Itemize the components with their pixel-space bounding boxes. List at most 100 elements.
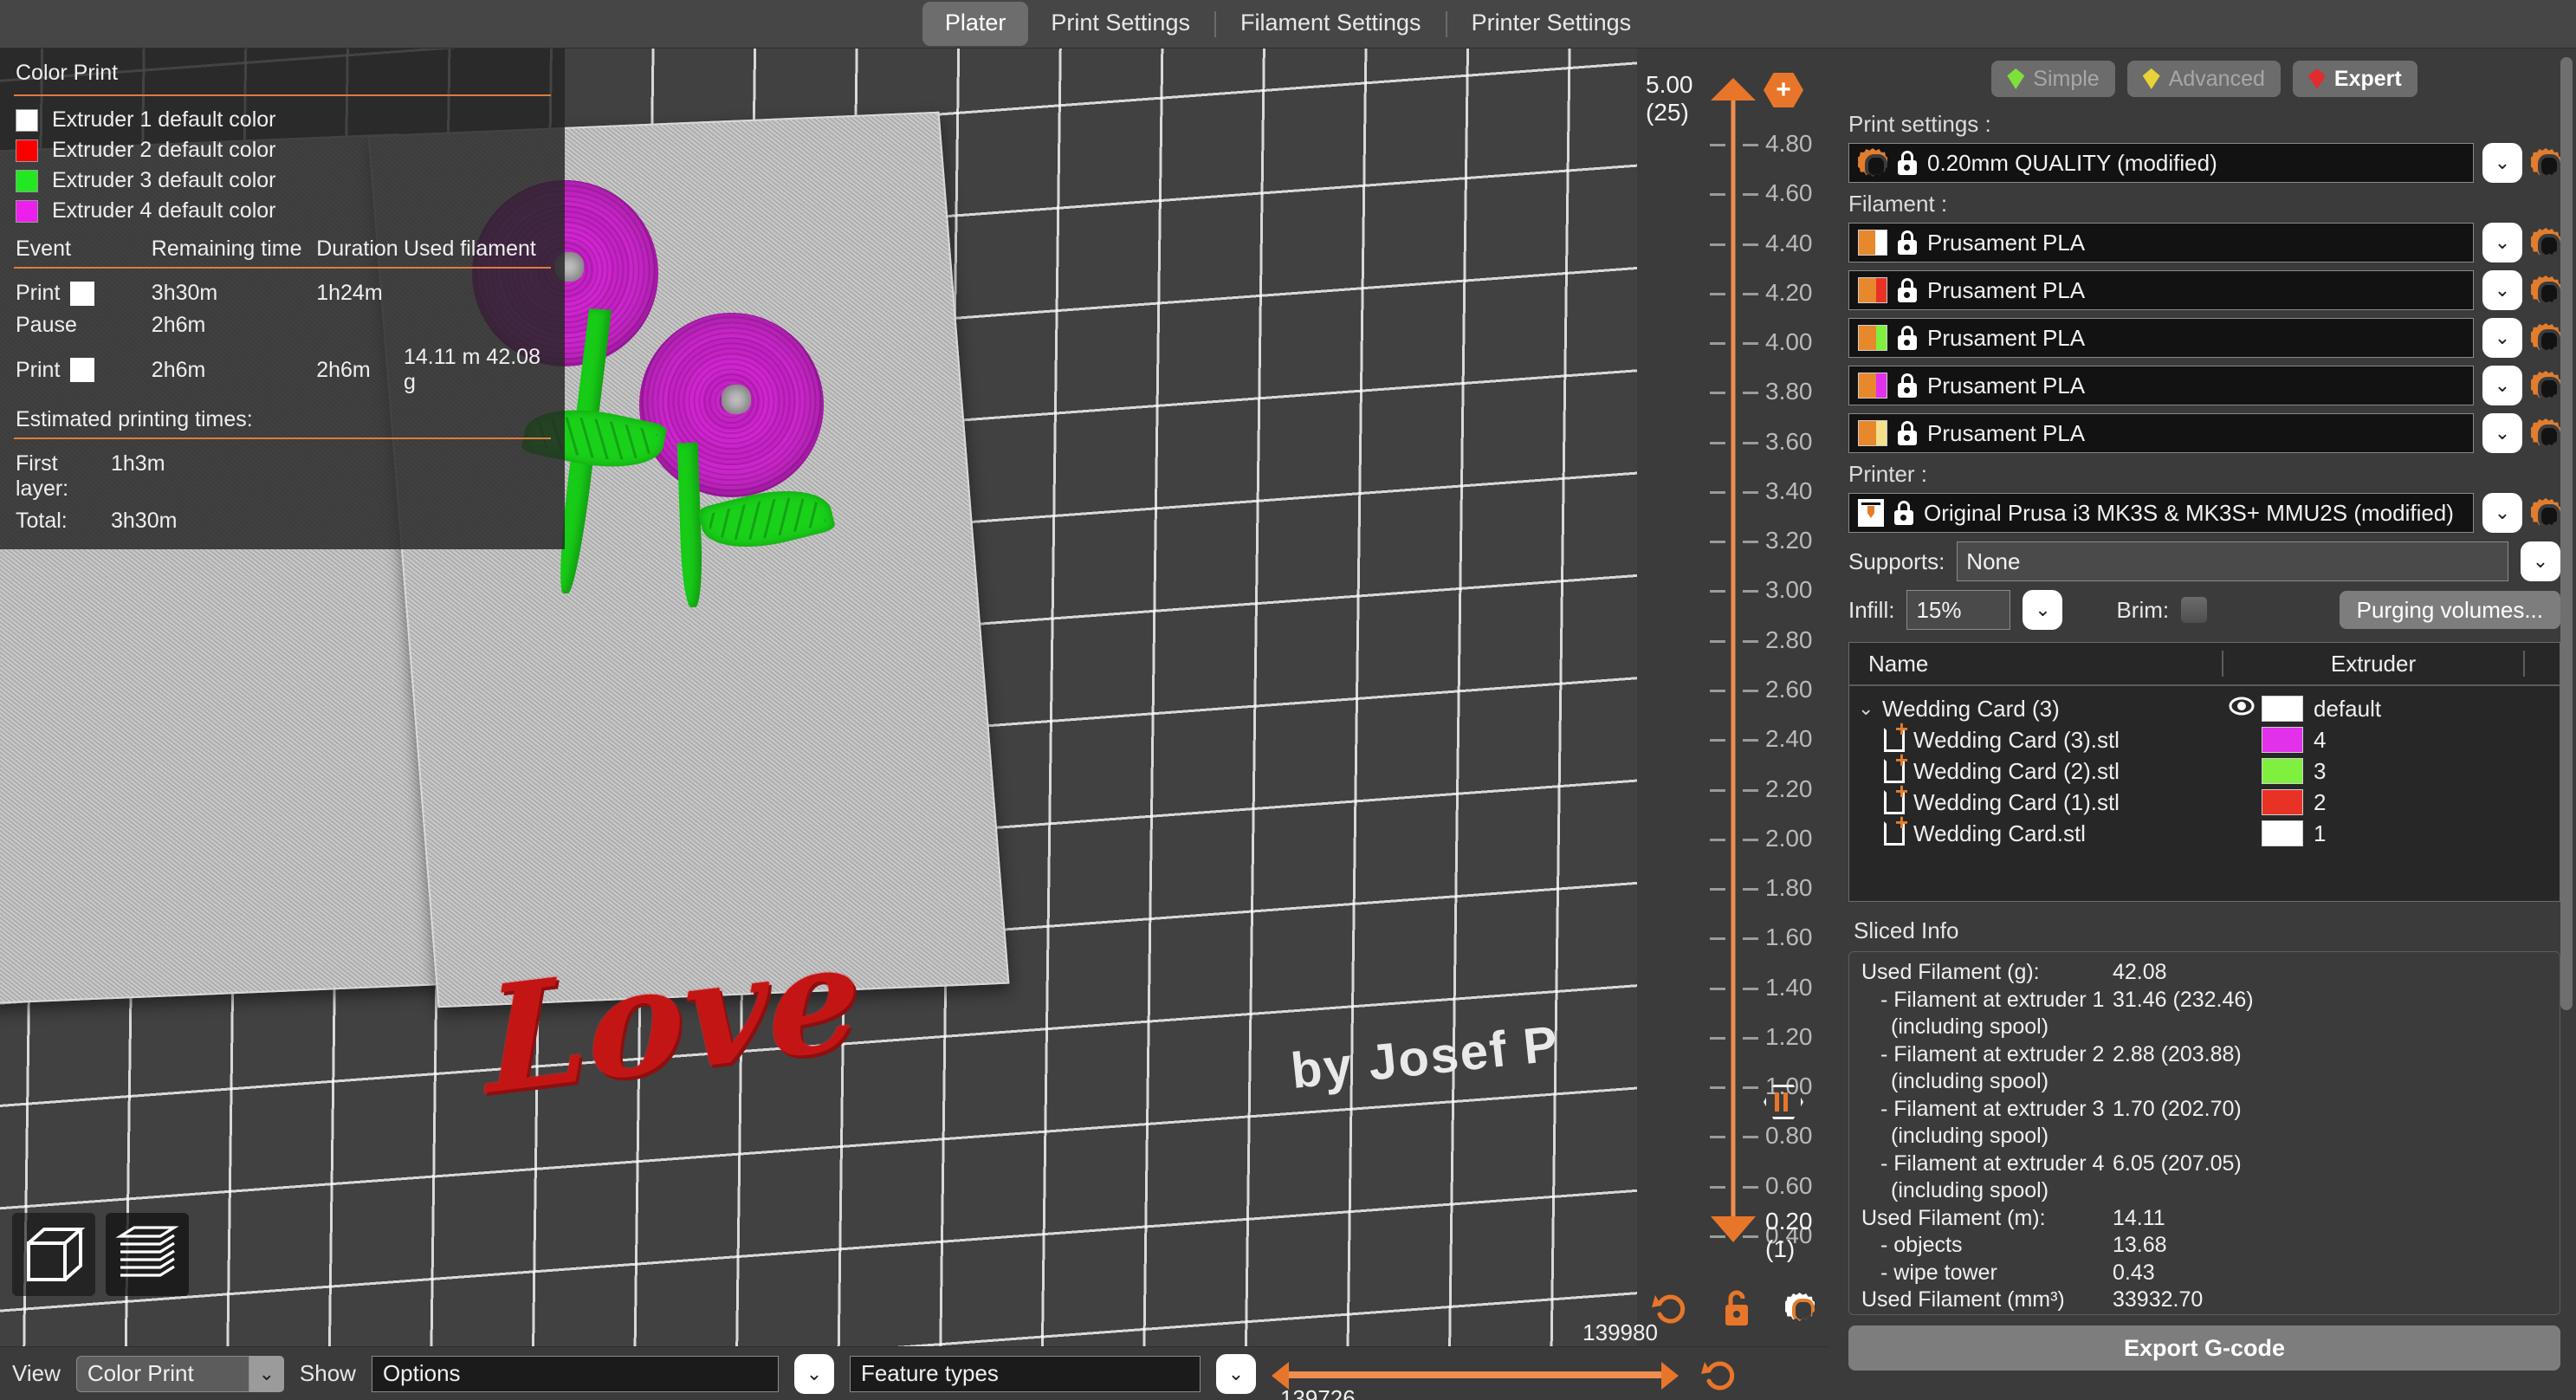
chevron-down-icon[interactable]: ⌄	[249, 1356, 284, 1392]
sliced-info-value-cell: 13.68	[2113, 1233, 2167, 1259]
gear-icon[interactable]	[2531, 418, 2560, 448]
supports-label: Supports:	[1848, 548, 1945, 575]
moves-slider-right-handle[interactable]	[1661, 1362, 1679, 1390]
layer-tick-label: 3.40	[1765, 477, 1813, 505]
lock-icon	[1898, 230, 1917, 255]
chevron-down-icon[interactable]: ⌄	[2482, 270, 2522, 310]
col-remaining-time: Remaining time	[152, 237, 316, 262]
layer-tick-label: 4.40	[1765, 230, 1813, 257]
mode-expert-button[interactable]: Expert	[2293, 61, 2417, 97]
object-list-panel: Name Extruder ⌄ Wedding Card (3) default	[1848, 642, 2560, 902]
sliced-info-label-cell: (including spool)	[1861, 1014, 2113, 1040]
filament-swatch	[1858, 230, 1887, 256]
chevron-down-icon[interactable]: ⌄	[2482, 223, 2522, 262]
chevron-down-icon[interactable]: ⌄	[2482, 318, 2522, 358]
chevron-down-icon[interactable]: ⌄	[2521, 541, 2560, 581]
brim-checkbox[interactable]	[2181, 597, 2207, 623]
tab-print-settings[interactable]: Print Settings	[1028, 2, 1213, 46]
sliced-info-label-cell: Used Filament (mm³)	[1861, 1287, 2113, 1313]
purging-volumes-button[interactable]: Purging volumes...	[2340, 591, 2560, 629]
filament-combo-1[interactable]: Prusament PLA	[1848, 223, 2474, 262]
show-options-combo[interactable]: Options	[372, 1356, 779, 1392]
tab-plater[interactable]: Plater	[922, 2, 1029, 46]
tab-filament-settings[interactable]: Filament Settings	[1218, 2, 1444, 46]
sliced-info-value-cell: 42.08	[2113, 960, 2167, 986]
object-row-child[interactable]: Wedding Card (3).stl 4	[1849, 724, 2560, 755]
feature-types-combo[interactable]: Feature types	[850, 1356, 1201, 1392]
unlock-icon[interactable]	[1720, 1287, 1755, 1327]
editor-view-button[interactable]	[12, 1213, 95, 1296]
object-row-parent[interactable]: ⌄ Wedding Card (3) default	[1849, 693, 2560, 724]
object-row-child[interactable]: Wedding Card (2).stl 3	[1849, 755, 2560, 787]
chevron-down-icon[interactable]: ⌄	[2482, 413, 2522, 453]
layer-slider-lower-handle[interactable]	[1711, 1216, 1756, 1242]
chevron-down-icon[interactable]: ⌄	[2482, 493, 2522, 533]
layer-slider[interactable]: 5.00 (25) + 4.804.604.404.204.003.803.60…	[1637, 49, 1829, 1346]
chevron-down-icon[interactable]: ⌄	[1216, 1354, 1256, 1394]
gear-icon[interactable]	[2531, 323, 2560, 353]
eye-icon[interactable]	[2222, 696, 2262, 723]
layer-tick-label: 3.80	[1765, 378, 1813, 405]
printer-combo[interactable]: Original Prusa i3 MK3S & MK3S+ MMU2S (mo…	[1848, 493, 2474, 533]
right-sidebar: Simple Advanced Expert Print settings : …	[1829, 49, 2576, 1400]
extruder-swatch	[2262, 758, 2303, 784]
event-label: Print	[16, 281, 60, 306]
layer-slider-upper-handle[interactable]	[1711, 78, 1756, 100]
filament-combo-2[interactable]: Prusament PLA	[1848, 270, 2474, 310]
layer-slider-track[interactable]	[1731, 85, 1736, 1237]
chevron-down-icon[interactable]: ⌄	[2023, 590, 2062, 630]
gear-icon[interactable]	[2531, 498, 2560, 528]
gear-icon[interactable]	[2531, 371, 2560, 400]
tab-printer-settings[interactable]: Printer Settings	[1449, 2, 1654, 46]
sliced-info-label-cell: Used Filament (m):	[1861, 1206, 2113, 1232]
mode-advanced-button[interactable]: Advanced	[2127, 61, 2281, 97]
sliced-info-value-cell: 0.43	[2113, 1261, 2155, 1287]
gear-icon[interactable]	[2531, 275, 2560, 305]
cube-icon	[20, 1221, 87, 1288]
undo-icon[interactable]	[1701, 1355, 1739, 1393]
event-label: Pause	[16, 313, 77, 338]
sliced-info-row: - Filament at extruder 31.70 (202.70)	[1861, 1096, 2547, 1124]
filament-combo-3[interactable]: Prusament PLA	[1848, 318, 2474, 358]
chevron-down-icon[interactable]: ⌄	[2482, 366, 2522, 405]
mode-expert-dot-icon	[2308, 68, 2326, 89]
filament-value-1: Prusament PLA	[1927, 230, 2085, 256]
preview-view-button[interactable]	[106, 1213, 189, 1296]
sliced-info-row: (including spool)	[1861, 1177, 2547, 1205]
printer-icon	[1858, 499, 1884, 527]
infill-combo[interactable]: 15%	[1906, 590, 2010, 630]
legend-extruder-row: Extruder 2 default color	[14, 135, 551, 165]
moves-slider-track[interactable]	[1287, 1371, 1663, 1378]
object-row-child[interactable]: Wedding Card (1).stl 2	[1849, 787, 2560, 818]
sliced-info-value-cell: 6.05 (207.05)	[2113, 1151, 2242, 1177]
object-row-child[interactable]: Wedding Card.stl 1	[1849, 818, 2560, 849]
chevron-down-icon[interactable]: ⌄	[794, 1354, 834, 1394]
gear-icon[interactable]	[2531, 228, 2560, 257]
3d-viewport[interactable]: by Josef P Love Color Print Extruder 1 d…	[0, 49, 1637, 1346]
filament-combo-5[interactable]: Prusament PLA	[1848, 413, 2474, 453]
chevron-down-icon[interactable]: ⌄	[1858, 697, 1874, 720]
sliced-info-row: (including spool)	[1861, 1068, 2547, 1096]
first-layer-value: 1h3m	[111, 451, 165, 502]
gear-icon[interactable]	[1785, 1293, 1815, 1322]
export-gcode-button[interactable]: Export G-code	[1848, 1325, 2560, 1371]
filament-row-1: Prusament PLA ⌄	[1848, 223, 2560, 262]
layer-tick-label: 4.20	[1765, 279, 1813, 307]
print-settings-combo[interactable]: 0.20mm QUALITY (modified)	[1848, 143, 2474, 183]
supports-combo[interactable]: None	[1957, 541, 2508, 581]
sliced-info-label-cell: - Filament at extruder 1	[1861, 988, 2113, 1014]
legend-event-row: Pause 2h6m	[14, 309, 551, 341]
sidebar-scrollbar[interactable]	[2560, 57, 2573, 1010]
filament-combo-4[interactable]: Prusament PLA	[1848, 366, 2474, 405]
filament-value-3: Prusament PLA	[1927, 325, 2085, 352]
gear-icon[interactable]	[2531, 148, 2560, 178]
moves-slider[interactable]: 139980 139726	[1272, 1351, 1679, 1397]
layer-slider-top-label: 5.00 (25)	[1646, 71, 1693, 126]
view-combo[interactable]: Color Print ⌄	[76, 1356, 284, 1392]
modifier-stl-icon	[1884, 821, 1905, 846]
mode-simple-button[interactable]: Simple	[1991, 61, 2114, 97]
add-color-change-button[interactable]: +	[1764, 73, 1803, 107]
preview-bottom-bar: View Color Print ⌄ Show Options ⌄ Featur…	[0, 1346, 1829, 1400]
legend-title: Color Print	[14, 57, 551, 93]
chevron-down-icon[interactable]: ⌄	[2482, 143, 2522, 183]
